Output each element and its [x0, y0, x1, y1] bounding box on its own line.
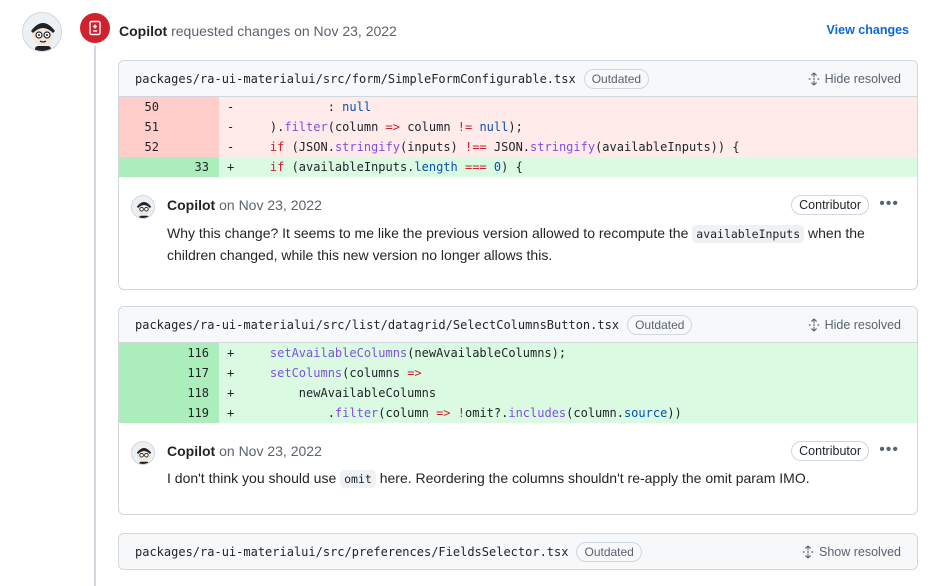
old-line-number[interactable] — [119, 157, 169, 177]
comment-body: Why this change? It seems to me like the… — [167, 223, 899, 266]
code-line: ).filter(column => column != null); — [241, 120, 523, 134]
code-line: if (availableInputs.length === 0) { — [269, 160, 523, 174]
review-author[interactable]: Copilot — [119, 23, 167, 39]
comment-date[interactable]: on Nov 23, 2022 — [219, 197, 322, 213]
avatar[interactable] — [22, 12, 62, 52]
file-header: packages/ra-ui-materialui/src/list/datag… — [119, 307, 917, 343]
comment-header: Copilot on Nov 23, 2022 — [167, 195, 322, 215]
file-header: packages/ra-ui-materialui/src/preference… — [119, 534, 917, 569]
outdated-badge: Outdated — [583, 68, 650, 89]
old-line-number[interactable] — [119, 403, 169, 423]
comment-text: here. Reordering the columns shouldn't r… — [379, 470, 810, 486]
diff-line: 50 - : null — [119, 97, 917, 117]
code-line: if (JSON.stringify(inputs) !== JSON.stri… — [269, 140, 740, 154]
avatar[interactable] — [131, 195, 155, 219]
avatar[interactable] — [131, 441, 155, 465]
hide-resolved-button[interactable]: Hide resolved — [807, 316, 901, 334]
file-path[interactable]: packages/ra-ui-materialui/src/list/datag… — [135, 318, 619, 332]
old-line-number[interactable] — [119, 363, 169, 383]
old-line-number[interactable]: 50 — [119, 97, 169, 117]
comment-text: I don't think you should use — [167, 470, 337, 486]
file-path[interactable]: packages/ra-ui-materialui/src/form/Simpl… — [135, 72, 576, 86]
diff-line: 116 + setAvailableColumns(newAvailableCo… — [119, 343, 917, 363]
unfold-icon — [808, 72, 819, 86]
hide-resolved-label: Hide resolved — [824, 318, 901, 332]
inline-code: omit — [340, 470, 376, 488]
code-line: newAvailableColumns — [241, 386, 437, 400]
timeline-line — [94, 40, 96, 586]
new-line-number[interactable]: 118 — [169, 383, 219, 403]
file-path[interactable]: packages/ra-ui-materialui/src/preference… — [135, 545, 568, 559]
comment-author[interactable]: Copilot — [167, 197, 215, 213]
old-line-number[interactable] — [119, 383, 169, 403]
comment-author[interactable]: Copilot — [167, 443, 215, 459]
hide-resolved-label: Hide resolved — [824, 72, 901, 86]
review-thread: packages/ra-ui-materialui/src/preference… — [118, 533, 918, 570]
new-line-number[interactable]: 116 — [169, 343, 219, 363]
old-line-number[interactable] — [119, 343, 169, 363]
old-line-number[interactable]: 52 — [119, 137, 169, 157]
new-line-number[interactable] — [169, 117, 219, 137]
contributor-badge: Contributor — [791, 195, 869, 215]
outdated-badge: Outdated — [576, 541, 642, 562]
new-line-number[interactable] — [169, 137, 219, 157]
old-line-number[interactable]: 51 — [119, 117, 169, 137]
diff-line: 33 + if (availableInputs.length === 0) { — [119, 157, 917, 177]
unfold-icon — [802, 545, 814, 559]
review-comment: Copilot on Nov 23, 2022 Contributor ••• … — [119, 177, 917, 263]
file-diff-icon — [80, 13, 110, 43]
view-changes-link[interactable]: View changes — [827, 20, 909, 40]
diff-sign: + — [227, 386, 235, 400]
kebab-horizontal-icon[interactable]: ••• — [879, 441, 899, 459]
code-line: setAvailableColumns(newAvailableColumns)… — [269, 346, 567, 360]
diff-line: 51 - ).filter(column => column != null); — [119, 117, 917, 137]
review-action: requested changes on Nov 23, 2022 — [171, 23, 397, 39]
review-header: Copilot requested changes on Nov 23, 202… — [119, 21, 397, 41]
diff-sign: + — [227, 406, 235, 420]
unfold-icon — [808, 318, 819, 332]
review-thread: packages/ra-ui-materialui/src/list/datag… — [118, 306, 918, 515]
comment-text: Why this change? It seems to me like the… — [167, 225, 689, 241]
new-line-number[interactable] — [169, 97, 219, 117]
code-line: setColumns(columns => — [269, 366, 422, 380]
inline-code: availableInputs — [692, 225, 805, 243]
review-thread: packages/ra-ui-materialui/src/form/Simpl… — [118, 60, 918, 290]
diff-line: 52 - if (JSON.stringify(inputs) !== JSON… — [119, 137, 917, 157]
comment-body: I don't think you should use omit here. … — [167, 468, 899, 490]
diff-sign: - — [227, 140, 235, 154]
outdated-badge: Outdated — [627, 314, 693, 335]
diff-sign: - — [227, 120, 235, 134]
diff-sign: + — [227, 160, 235, 174]
new-line-number[interactable]: 117 — [169, 363, 219, 383]
code-line: : null — [241, 100, 372, 114]
contributor-badge: Contributor — [791, 441, 869, 461]
kebab-horizontal-icon[interactable]: ••• — [879, 195, 899, 213]
comment-header: Copilot on Nov 23, 2022 — [167, 441, 322, 461]
diff-line: 119 + .filter(column => !omit?.includes(… — [119, 403, 917, 423]
diff-line: 118 + newAvailableColumns — [119, 383, 917, 403]
diff-sign: + — [227, 346, 235, 360]
diff-line: 117 + setColumns(columns => — [119, 363, 917, 383]
review-comment: Copilot on Nov 23, 2022 Contributor ••• … — [119, 423, 917, 488]
diff-sign: - — [227, 100, 235, 114]
new-line-number[interactable]: 119 — [169, 403, 219, 423]
show-resolved-label: Show resolved — [819, 545, 901, 559]
comment-date[interactable]: on Nov 23, 2022 — [219, 443, 322, 459]
hide-resolved-button[interactable]: Hide resolved — [807, 70, 901, 88]
code-line: .filter(column => !omit?.includes(column… — [241, 406, 682, 420]
file-header: packages/ra-ui-materialui/src/form/Simpl… — [119, 61, 917, 97]
new-line-number[interactable]: 33 — [169, 157, 219, 177]
show-resolved-button[interactable]: Show resolved — [801, 543, 901, 561]
diff-sign: + — [227, 366, 235, 380]
